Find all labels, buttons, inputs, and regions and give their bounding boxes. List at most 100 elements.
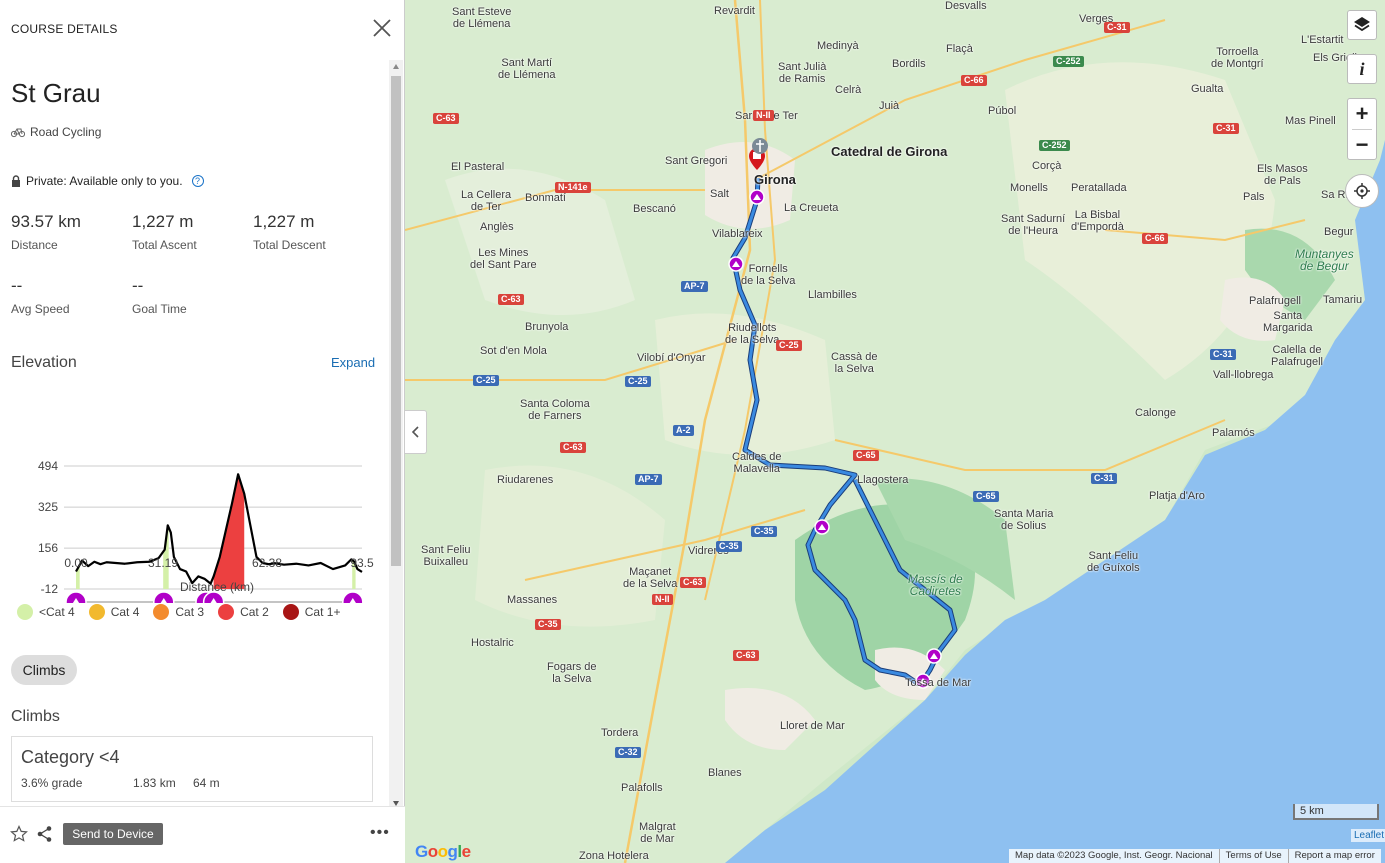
report-error-link[interactable]: Report a map error [1289, 849, 1381, 863]
panel-scroll-area[interactable]: St Grau Road Cycling Private: Available … [0, 58, 388, 806]
place-label: Malgrat de Mar [639, 821, 676, 845]
help-icon[interactable]: ? [191, 175, 204, 187]
place-label: Sant Gregori [665, 155, 728, 167]
terms-link[interactable]: Terms of Use [1220, 849, 1289, 863]
legend-swatch [218, 604, 235, 620]
stat-value: 1,227 m [253, 212, 315, 231]
lock-icon [12, 175, 20, 187]
scrollbar-thumb[interactable] [391, 76, 401, 566]
course-details-panel: COURSE DETAILS St Grau Road Cycling Priv… [0, 0, 405, 863]
y-tick-label: 325 [38, 500, 58, 514]
legend-swatch [88, 604, 105, 620]
zoom-out-button[interactable]: − [1348, 130, 1376, 160]
place-label: Llambilles [808, 289, 857, 301]
road-shield: C-35 [535, 619, 561, 630]
panel-title: COURSE DETAILS [11, 22, 118, 36]
place-label: Llagostera [857, 474, 909, 486]
collapse-panel-button[interactable] [405, 410, 427, 454]
climb-distance: 1.83 km [133, 776, 176, 790]
place-label: Salt [710, 188, 729, 200]
place-label: Santa Maria de Solius [994, 508, 1054, 532]
place-label: Palafolls [621, 782, 663, 794]
place-label: La Creueta [784, 202, 839, 214]
road-shield: C-252 [1039, 140, 1070, 151]
map-attribution: Map data ©2023 Google, Inst. Geogr. Naci… [1009, 849, 1381, 863]
place-label: Santa Margarida [1263, 310, 1313, 334]
x-axis-label: Distance (km) [180, 580, 255, 594]
road-shield: C-63 [498, 294, 524, 305]
activity-label: Road Cycling [30, 125, 102, 139]
road-shield: C-31 [1104, 22, 1130, 33]
place-label: Bonmatí [525, 192, 566, 204]
road-shield: C-63 [433, 113, 459, 124]
crosshair-icon [1354, 183, 1370, 199]
climbs-tab-button[interactable]: Climbs [11, 655, 77, 685]
panel-scrollbar[interactable] [389, 60, 403, 808]
chevron-left-icon [411, 426, 419, 438]
legend-item: Cat 4 [88, 604, 139, 620]
layers-icon [1354, 17, 1370, 32]
place-label: Sant Feliu de Guíxols [1087, 550, 1140, 574]
place-label: Pals [1243, 191, 1265, 203]
info-button[interactable]: i [1347, 54, 1377, 84]
place-label: Sot d'en Mola [480, 345, 547, 357]
favorite-button[interactable] [10, 825, 28, 848]
expand-link[interactable]: Expand [331, 355, 375, 370]
climbs-section-title: Climbs [11, 708, 60, 725]
place-label: Sant Julià de Ramis [778, 61, 827, 85]
road-shield: AP-7 [635, 474, 662, 485]
x-tick-label: 31.19 [147, 556, 179, 570]
elevation-chart[interactable]: 494 325 156 -12 [0, 393, 388, 603]
place-label: Revardit [714, 5, 755, 17]
climb-category-legend: <Cat 4 Cat 4 Cat 3 Cat 2 Cat 1+ [17, 604, 354, 620]
close-button[interactable] [371, 17, 393, 39]
y-tick-label: 494 [38, 459, 58, 473]
road-shield: N-141e [555, 182, 591, 193]
road-shield: C-63 [560, 442, 586, 453]
place-label: La Bisbal d'Empordà [1071, 209, 1124, 233]
road-shield: A-2 [673, 425, 694, 436]
x-tick-label: 62.38 [251, 556, 283, 570]
place-label: Torroella de Montgrí [1211, 46, 1264, 70]
layers-button[interactable] [1347, 10, 1377, 40]
place-label: Vilablareix [712, 228, 763, 240]
privacy-row: Private: Available only to you. ? [11, 174, 204, 188]
place-label: Sant Sadurní de l'Heura [1001, 213, 1066, 237]
place-label: Sant Esteve de Llémena [452, 6, 512, 30]
road-shield: C-63 [680, 577, 706, 588]
place-label: Medinyà [817, 40, 859, 52]
bicycle-icon [11, 128, 25, 138]
locate-button[interactable] [1345, 174, 1379, 208]
share-button[interactable] [36, 825, 54, 848]
climb-marker[interactable] [814, 519, 830, 535]
map-view[interactable]: Sant Esteve de Llémena Sant Martí de Llém… [405, 0, 1385, 863]
send-to-device-button[interactable]: Send to Device [63, 823, 163, 845]
road-shield: C-25 [776, 340, 802, 351]
more-options-button[interactable]: ••• [370, 824, 390, 842]
climb-marker[interactable] [926, 648, 942, 664]
place-label: Blanes [708, 767, 742, 779]
star-icon [10, 825, 28, 842]
climb-card[interactable]: Category <4 3.6% grade 1.83 km 64 m [11, 736, 373, 802]
stat-total-ascent: 1,227 m Total Ascent [132, 212, 197, 252]
place-label: Mas Pinell [1285, 115, 1336, 127]
climb-marker[interactable] [749, 189, 765, 205]
place-label: Massanes [507, 594, 558, 606]
place-label: Sant Feliu Buixalleu [421, 544, 471, 568]
cathedral-icon [752, 138, 768, 154]
zoom-in-button[interactable]: + [1348, 99, 1376, 129]
app-root: COURSE DETAILS St Grau Road Cycling Priv… [0, 0, 1385, 863]
place-label: Riudellots de la Selva [725, 322, 780, 346]
place-label: Tordera [601, 727, 639, 739]
leaflet-link[interactable]: Leaflet [1351, 829, 1385, 842]
place-label: Calella de Palafrugell [1271, 344, 1323, 368]
park-label: Massís de Cadiretes [908, 572, 963, 598]
legend-item: Cat 2 [218, 604, 269, 620]
place-label: Palamós [1212, 427, 1255, 439]
scroll-up-icon[interactable] [393, 64, 399, 69]
place-label: Peratallada [1071, 182, 1127, 194]
x-tick-label: 0.00 [64, 556, 88, 570]
place-label: Maçanet de la Selva [623, 566, 678, 590]
climb-grade: 3.6% grade [21, 776, 83, 790]
map-scale: 5 km [1293, 804, 1379, 820]
